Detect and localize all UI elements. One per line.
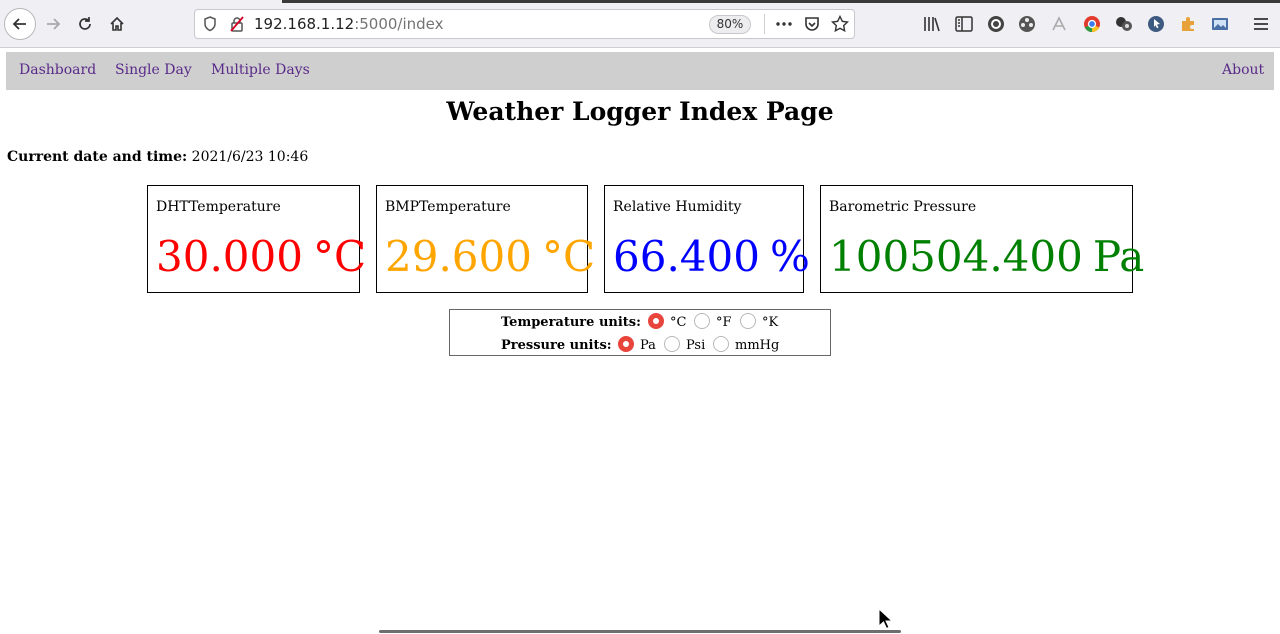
browser-toolbar: 192.168.1.12:5000/index 80% [0, 0, 1280, 48]
bmp-temperature-card: BMPTemperature 29.600 °C [376, 185, 595, 293]
nav-multiple-days-link[interactable]: Multiple Days [211, 62, 310, 78]
extension-film-icon[interactable] [1016, 13, 1038, 35]
back-icon[interactable] [4, 8, 36, 40]
dht-temperature-card: DHTTemperature 30.000 °C [147, 185, 366, 293]
nav-single-day-link[interactable]: Single Day [115, 62, 192, 78]
temp-unit-k-radio[interactable] [740, 313, 756, 329]
insecure-lock-icon[interactable] [229, 16, 245, 36]
relative-humidity-card: Relative Humidity 66.400% [604, 185, 810, 293]
horizontal-scrollbar[interactable] [379, 630, 901, 633]
reading-value: 29.600 [385, 232, 532, 281]
card-reading: 30.000 °C [156, 236, 366, 278]
pressure-unit-psi-label[interactable]: Psi [686, 338, 705, 353]
pressure-unit-mmhg-label[interactable]: mmHg [735, 338, 779, 353]
pressure-unit-psi-radio[interactable] [664, 336, 680, 352]
pressure-unit-pa-radio[interactable] [618, 336, 634, 352]
zoom-level-badge[interactable]: 80% [709, 15, 751, 34]
pressure-unit-pa-label[interactable]: Pa [640, 338, 656, 353]
page-title: Weather Logger Index Page [446, 97, 834, 126]
bookmark-star-icon[interactable] [830, 14, 850, 37]
temperature-units-label: Temperature units: [501, 315, 641, 330]
menu-icon[interactable] [1250, 13, 1272, 35]
extension-record-icon[interactable] [985, 13, 1007, 35]
mouse-cursor-icon [878, 607, 894, 634]
card-label: DHTTemperature [156, 199, 281, 215]
pressure-units-text: Pressure units: [501, 338, 612, 353]
url-separator [764, 14, 765, 34]
temp-unit-c-label[interactable]: °C [670, 315, 686, 330]
site-navbar: Dashboard Single Day Multiple Days About [6, 52, 1274, 90]
reading-unit: Pa [1092, 232, 1145, 281]
pressure-unit-mmhg-radio[interactable] [713, 336, 729, 352]
address-bar[interactable]: 192.168.1.12:5000/index 80% [194, 9, 855, 39]
temperature-units-text: Temperature units: [501, 315, 641, 330]
barometric-pressure-card: Barometric Pressure 100504.400 Pa [820, 185, 1144, 293]
extension-bubbles-icon[interactable] [1113, 13, 1135, 35]
reload-icon[interactable] [69, 8, 101, 40]
temp-unit-k-label[interactable]: °K [762, 315, 778, 330]
pocket-icon[interactable] [803, 15, 821, 37]
web-page: Dashboard Single Day Multiple Days About… [0, 49, 1280, 634]
home-icon[interactable] [101, 8, 133, 40]
extension-chrome-icon[interactable] [1081, 13, 1103, 35]
extension-cursor-icon[interactable] [1145, 13, 1167, 35]
reading-unit: °C [312, 232, 367, 281]
card-label: BMPTemperature [385, 199, 511, 215]
temp-unit-f-radio[interactable] [694, 313, 710, 329]
card-reading: 29.600 °C [385, 236, 595, 278]
current-datetime: Current date and time: 2021/6/23 10:46 [7, 149, 308, 165]
extension-text-icon[interactable] [1048, 13, 1070, 35]
forward-icon[interactable] [37, 8, 69, 40]
reading-value: 30.000 [156, 232, 303, 281]
nav-about-link[interactable]: About [1222, 62, 1264, 78]
temp-unit-c-radio[interactable] [648, 313, 664, 329]
temp-unit-f-label[interactable]: °F [716, 315, 732, 330]
card-reading: 100504.400 Pa [829, 236, 1144, 278]
extension-puzzle-icon[interactable] [1177, 13, 1199, 35]
datetime-value: 2021/6/23 10:46 [191, 149, 309, 165]
card-reading: 66.400% [613, 236, 810, 278]
card-label: Barometric Pressure [829, 199, 977, 215]
pressure-units-label: Pressure units: [501, 338, 612, 353]
url-host: 192.168.1.12 [254, 15, 355, 33]
url-text[interactable]: 192.168.1.12:5000/index [254, 15, 444, 33]
tab-strip-edge [282, 0, 1280, 3]
datetime-label: Current date and time: [7, 149, 188, 165]
reading-unit: % [769, 232, 810, 281]
reading-value: 100504.400 [829, 232, 1083, 281]
nav-dashboard-link[interactable]: Dashboard [19, 62, 96, 78]
reading-unit: °C [541, 232, 596, 281]
more-icon[interactable] [775, 15, 793, 37]
url-path: :5000/index [354, 15, 444, 33]
units-selector: Temperature units: °C °F °K Pressure uni… [449, 309, 831, 356]
extension-screenshot-icon[interactable] [1209, 13, 1231, 35]
shield-icon[interactable] [203, 16, 217, 36]
library-icon[interactable] [921, 13, 943, 35]
reading-value: 66.400 [613, 232, 760, 281]
card-label: Relative Humidity [613, 199, 742, 215]
sidebar-icon[interactable] [953, 13, 975, 35]
